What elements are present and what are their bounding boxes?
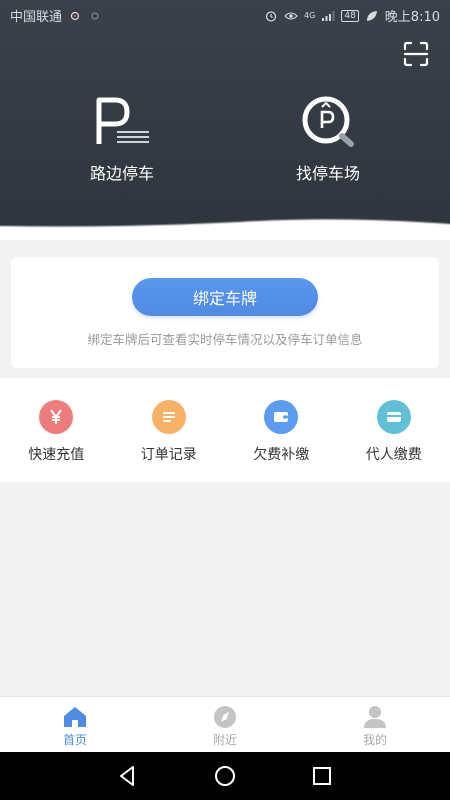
home-circle-icon[interactable] xyxy=(213,764,237,788)
tab-mine-label: 我的 xyxy=(362,733,387,747)
wallet-icon xyxy=(264,400,299,434)
tab-home[interactable]: 首页 xyxy=(0,697,150,752)
tab-mine[interactable]: 我的 xyxy=(300,697,450,752)
eye-icon xyxy=(284,11,298,20)
carrier-label: 中国联通 xyxy=(10,10,63,25)
scan-icon[interactable] xyxy=(402,40,430,68)
user-icon xyxy=(364,706,386,728)
battery-indicator: 48 xyxy=(341,9,359,22)
roadside-parking-button[interactable]: 路边停车 xyxy=(42,92,202,184)
tab-nearby-label: 附近 xyxy=(212,733,237,747)
system-nav-bar xyxy=(0,752,450,800)
bind-plate-hint: 绑定车牌后可查看实时停车情况以及停车订单信息 xyxy=(87,332,363,347)
alarm-icon xyxy=(265,10,277,22)
order-records-button[interactable]: 订单记录 xyxy=(113,378,226,482)
parking-sign-icon xyxy=(96,97,149,144)
leaf-icon xyxy=(366,10,377,21)
compass-icon xyxy=(214,706,236,728)
back-icon[interactable] xyxy=(116,764,140,788)
card-icon xyxy=(376,400,411,434)
pay-for-others-button[interactable]: 代人缴费 xyxy=(338,378,450,482)
quick-recharge-label: 快速充值 xyxy=(28,447,85,463)
tab-home-label: 首页 xyxy=(62,733,87,747)
arrears-payment-label: 欠费补缴 xyxy=(253,447,310,463)
header-wave-divider xyxy=(0,218,450,256)
bind-plate-button[interactable]: 绑定车牌 xyxy=(132,278,318,316)
roadside-parking-label: 路边停车 xyxy=(89,164,154,183)
find-parking-lot-label: 找停车场 xyxy=(295,164,360,183)
quick-actions: 快速充值 订单记录 欠费补缴 代人缴费 xyxy=(0,378,450,482)
quick-recharge-button[interactable]: 快速充值 xyxy=(0,378,113,482)
parking-search-icon xyxy=(302,96,354,147)
find-parking-lot-button[interactable]: 找停车场 xyxy=(248,92,408,184)
home-icon xyxy=(64,707,86,727)
order-records-label: 订单记录 xyxy=(140,447,197,463)
network-label: 4G xyxy=(304,11,316,20)
recents-icon[interactable] xyxy=(310,764,334,788)
tab-nearby[interactable]: 附近 xyxy=(150,697,300,752)
clock-label: 晚上8:10 xyxy=(384,10,440,25)
status-bar: 中国联通 4G 48 晚上8:10 xyxy=(0,0,450,28)
bind-plate-card: 绑定车牌 绑定车牌后可查看实时停车情况以及停车订单信息 xyxy=(11,257,439,368)
list-icon xyxy=(151,400,186,434)
yen-icon xyxy=(39,400,74,434)
arrears-payment-button[interactable]: 欠费补缴 xyxy=(225,378,338,482)
signal-icon xyxy=(322,10,335,21)
notification-icon xyxy=(70,11,80,20)
pay-for-others-label: 代人缴费 xyxy=(365,447,422,463)
sync-icon xyxy=(91,12,99,19)
bottom-tab-bar: 首页 附近 我的 xyxy=(0,696,450,752)
